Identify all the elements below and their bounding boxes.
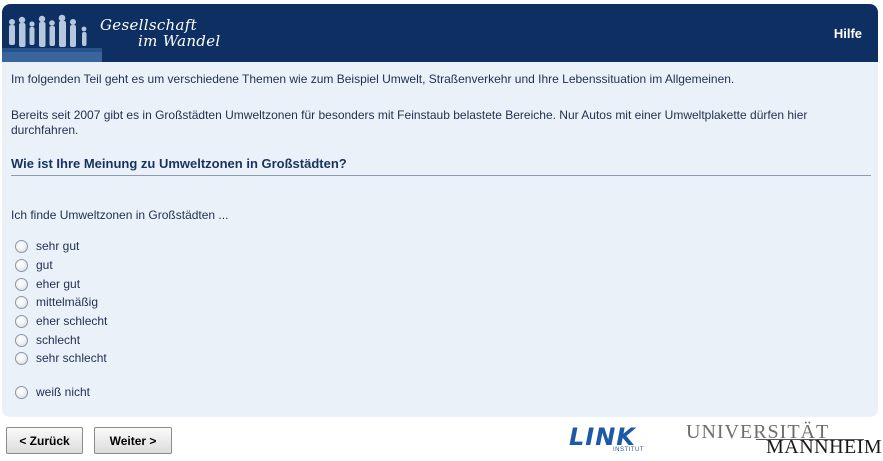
intro-paragraph-1: Im folgenden Teil geht es um verschieden… xyxy=(11,72,735,86)
option-eher-schlecht[interactable]: eher schlecht xyxy=(15,313,107,329)
universitaet-mannheim-logo: UNIVERSITÄT MANNHEIM xyxy=(686,421,882,459)
option-label: sehr gut xyxy=(36,239,80,253)
radio-button[interactable] xyxy=(15,314,28,328)
radio-button[interactable] xyxy=(15,239,28,253)
next-button[interactable]: Weiter > xyxy=(94,427,172,454)
option-label: mittelmäßig xyxy=(36,295,99,309)
gesellschaft-im-wandel-logo: Gesellschaft im Wandel xyxy=(2,4,222,62)
link-institut-logo: LINK INSTITUT xyxy=(569,423,653,455)
intro-paragraph-2: Bereits seit 2007 gibt es in Großstädten… xyxy=(11,108,808,137)
option-weiss-nicht[interactable]: weiß nicht xyxy=(15,384,90,400)
people-silhouette-icon xyxy=(2,14,222,62)
link-logo-subtitle: INSTITUT xyxy=(613,447,644,453)
option-sehr-gut[interactable]: sehr gut xyxy=(15,238,79,254)
option-label: weiß nicht xyxy=(36,385,91,399)
question-title: Wie ist Ihre Meinung zu Umweltzonen in G… xyxy=(11,156,347,171)
option-label: sehr schlecht xyxy=(36,351,107,365)
header-bar: Gesellschaft im Wandel Hilfe xyxy=(2,4,878,62)
logo-title-line2: im Wandel xyxy=(138,32,221,50)
radio-button[interactable] xyxy=(15,295,28,309)
option-gut[interactable]: gut xyxy=(15,257,53,273)
radio-button[interactable] xyxy=(15,333,28,347)
option-label: gut xyxy=(36,258,53,272)
back-button[interactable]: < Zurück xyxy=(6,427,83,454)
uni-logo-line2: MANNHEIM xyxy=(766,436,883,458)
radio-button[interactable] xyxy=(15,258,28,272)
help-link[interactable]: Hilfe xyxy=(834,26,862,41)
radio-button[interactable] xyxy=(15,385,28,399)
option-eher-gut[interactable]: eher gut xyxy=(15,276,80,292)
option-label: schlecht xyxy=(36,333,81,347)
option-schlecht[interactable]: schlecht xyxy=(15,332,80,348)
divider xyxy=(11,175,871,176)
option-label: eher schlecht xyxy=(36,314,108,328)
option-sehr-schlecht[interactable]: sehr schlecht xyxy=(15,350,107,366)
survey-panel: Gesellschaft im Wandel Hilfe Im folgende… xyxy=(2,4,878,417)
radio-button[interactable] xyxy=(15,277,28,291)
question-stem: Ich finde Umweltzonen in Großstädten ... xyxy=(11,208,229,222)
radio-button[interactable] xyxy=(15,351,28,365)
option-mittelmaessig[interactable]: mittelmäßig xyxy=(15,294,98,310)
option-label: eher gut xyxy=(36,277,81,291)
